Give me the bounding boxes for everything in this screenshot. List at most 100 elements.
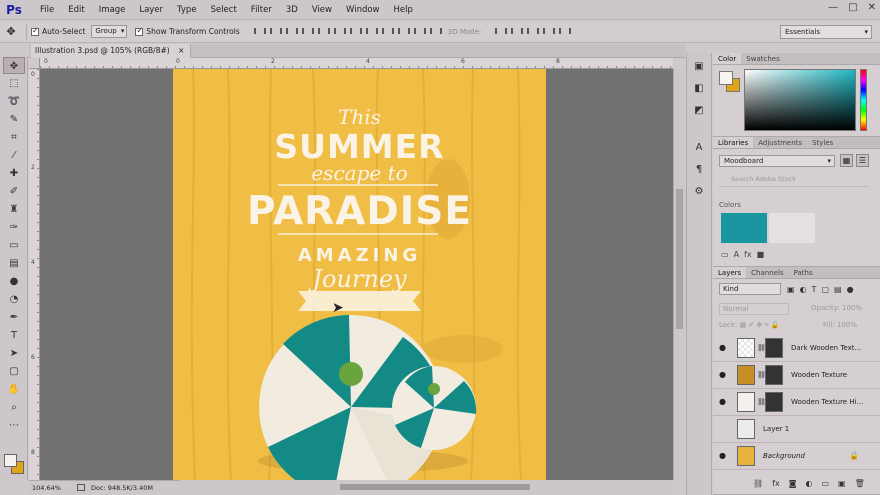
more-tools-icon[interactable]: ⋯ bbox=[3, 417, 25, 434]
visibility-eye-icon[interactable]: ● bbox=[719, 370, 729, 380]
delete-layer-icon[interactable]: 🗑 bbox=[855, 479, 865, 488]
layer-row[interactable]: ● ⛓ Dark Wooden Text... bbox=[713, 335, 880, 362]
color-picker-field[interactable] bbox=[744, 69, 856, 131]
minimize-button[interactable]: — bbox=[828, 2, 838, 13]
zoom-level[interactable]: 104.64% bbox=[32, 481, 61, 495]
filter-shape-icon[interactable]: ▢ bbox=[821, 285, 829, 294]
layer-mask-thumbnail[interactable] bbox=[765, 338, 783, 358]
opacity-control[interactable]: Opacity: 100% bbox=[811, 304, 862, 312]
3d-rotate-icon[interactable] bbox=[493, 26, 508, 37]
tab-layers[interactable]: Layers bbox=[713, 267, 747, 278]
align-left-icon[interactable] bbox=[300, 26, 314, 37]
tab-styles[interactable]: Styles bbox=[807, 137, 838, 148]
3d-slide-icon[interactable] bbox=[541, 26, 556, 37]
layer-mask-thumbnail[interactable] bbox=[765, 392, 783, 412]
menu-select[interactable]: Select bbox=[204, 5, 244, 15]
rectangle-tool-icon[interactable]: ▢ bbox=[3, 363, 25, 380]
distribute-bottom-icon[interactable] bbox=[380, 26, 394, 37]
opacity-value[interactable]: 100% bbox=[842, 304, 862, 312]
visibility-eye-icon[interactable]: ● bbox=[719, 343, 729, 353]
filter-toggle-icon[interactable]: ● bbox=[847, 285, 854, 294]
show-transform-option[interactable]: Show Transform Controls bbox=[135, 26, 240, 36]
lasso-tool-icon[interactable]: ➰ bbox=[3, 93, 25, 110]
menu-layer[interactable]: Layer bbox=[132, 5, 170, 15]
blur-tool-icon[interactable]: ● bbox=[3, 273, 25, 290]
fill-value[interactable]: 100% bbox=[837, 321, 857, 329]
filter-pixel-icon[interactable]: ▣ bbox=[787, 285, 795, 294]
zoom-tool-icon[interactable]: ⌕ bbox=[3, 399, 25, 416]
character-panel-icon[interactable]: A bbox=[690, 139, 708, 156]
menu-image[interactable]: Image bbox=[92, 5, 133, 15]
pen-tool-icon[interactable]: ✒ bbox=[3, 309, 25, 326]
show-transform-checkbox[interactable] bbox=[135, 26, 144, 36]
paragraph-panel-icon[interactable]: ¶ bbox=[690, 161, 708, 178]
crop-tool-icon[interactable]: ⌗ bbox=[3, 129, 25, 146]
distribute-right-icon[interactable] bbox=[428, 26, 442, 37]
add-graphic-icon[interactable]: ▭ bbox=[721, 250, 729, 259]
menu-filter[interactable]: Filter bbox=[244, 5, 279, 15]
close-tab-icon[interactable]: × bbox=[178, 46, 184, 55]
clone-stamp-tool-icon[interactable]: ♜ bbox=[3, 201, 25, 218]
layer-name[interactable]: Wooden Texture Hi... bbox=[791, 398, 863, 406]
maximize-button[interactable]: □ bbox=[848, 2, 857, 13]
workspace-dropdown[interactable]: Essentials bbox=[780, 25, 872, 39]
layer-row[interactable]: Layer 1 bbox=[713, 416, 880, 443]
layer-row[interactable]: ● ⛓ Wooden Texture bbox=[713, 362, 880, 389]
horizontal-scroll-thumb[interactable] bbox=[340, 484, 530, 490]
new-group-icon[interactable]: ▭ bbox=[821, 479, 829, 488]
layer-kind-filter[interactable]: Kind bbox=[719, 283, 781, 295]
menu-window[interactable]: Window bbox=[339, 5, 387, 15]
filter-type-icon[interactable]: T bbox=[812, 285, 817, 294]
doc-info-icon[interactable] bbox=[77, 484, 85, 491]
hue-slider[interactable] bbox=[860, 69, 867, 131]
move-tool-preset-icon[interactable]: ✥ bbox=[0, 25, 22, 38]
menu-help[interactable]: Help bbox=[387, 5, 420, 15]
3d-roll-icon[interactable] bbox=[509, 26, 524, 37]
history-brush-tool-icon[interactable]: ✑ bbox=[3, 219, 25, 236]
lock-icons[interactable]: ▦ ✐ ✥ ⌗ 🔒 bbox=[740, 321, 780, 329]
filter-smart-object-icon[interactable]: ▤ bbox=[834, 285, 842, 294]
distribute-left-icon[interactable] bbox=[396, 26, 410, 37]
auto-select-dropdown[interactable]: Group bbox=[91, 25, 128, 38]
distribute-top-icon[interactable] bbox=[348, 26, 362, 37]
align-center-icon[interactable] bbox=[316, 26, 330, 37]
marquee-tool-icon[interactable]: ⬚ bbox=[3, 75, 25, 92]
3d-scale-icon[interactable] bbox=[557, 26, 572, 37]
tab-adjustments[interactable]: Adjustments bbox=[753, 137, 807, 148]
horizontal-scrollbar[interactable] bbox=[180, 480, 673, 495]
type-tool-icon[interactable]: T bbox=[3, 327, 25, 344]
adjustment-layer-icon[interactable]: ◐ bbox=[805, 479, 812, 488]
filter-adjustment-icon[interactable]: ◐ bbox=[800, 285, 807, 294]
dodge-tool-icon[interactable]: ◔ bbox=[3, 291, 25, 308]
eyedropper-tool-icon[interactable]: ⁄ bbox=[3, 147, 25, 164]
distribute-center-icon[interactable] bbox=[412, 26, 426, 37]
add-color-icon[interactable]: ■ bbox=[757, 250, 765, 259]
menu-file[interactable]: File bbox=[33, 5, 61, 15]
distribute-middle-icon[interactable] bbox=[364, 26, 378, 37]
tab-paths[interactable]: Paths bbox=[789, 267, 818, 278]
menu-type[interactable]: Type bbox=[170, 5, 204, 15]
visibility-eye-icon[interactable]: ● bbox=[719, 397, 729, 407]
fill-control[interactable]: Fill: 100% bbox=[823, 321, 857, 329]
pasteboard[interactable]: This SUMMER escape to PARADISE AMAZING J… bbox=[40, 69, 673, 480]
healing-tool-icon[interactable]: ✚ bbox=[3, 165, 25, 182]
vertical-scroll-thumb[interactable] bbox=[676, 189, 683, 329]
close-button[interactable]: ✕ bbox=[868, 2, 876, 13]
ruler-origin[interactable] bbox=[29, 58, 40, 69]
layer-mask-thumbnail[interactable] bbox=[765, 365, 783, 385]
menu-3d[interactable]: 3D bbox=[279, 5, 305, 15]
align-middle-icon[interactable] bbox=[268, 26, 282, 37]
library-dropdown[interactable]: Moodboard bbox=[719, 155, 835, 167]
quick-select-tool-icon[interactable]: ✎ bbox=[3, 111, 25, 128]
auto-select-option[interactable]: Auto-Select bbox=[31, 26, 85, 36]
align-bottom-icon[interactable] bbox=[284, 26, 298, 37]
document-tab[interactable]: Illustration 3.psd @ 105% (RGB/8#) × bbox=[31, 44, 191, 58]
align-top-icon[interactable] bbox=[252, 26, 266, 37]
canvas-artboard[interactable]: This SUMMER escape to PARADISE AMAZING J… bbox=[173, 69, 546, 480]
vertical-scrollbar[interactable] bbox=[673, 69, 685, 480]
layer-name[interactable]: Layer 1 bbox=[763, 425, 789, 433]
adobe-stock-search[interactable]: Search Adobe Stock bbox=[719, 175, 869, 187]
link-layers-icon[interactable]: ⛓ bbox=[753, 479, 763, 488]
layer-name[interactable]: Dark Wooden Text... bbox=[791, 344, 861, 352]
auto-select-checkbox[interactable] bbox=[31, 26, 39, 36]
